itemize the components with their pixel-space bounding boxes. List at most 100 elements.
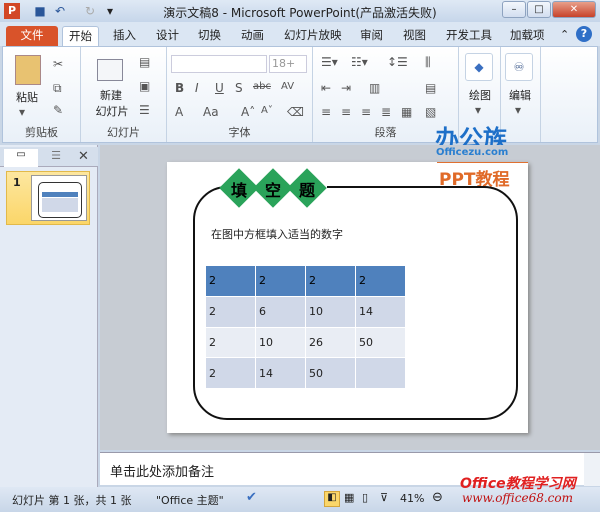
outline-tab-icon[interactable]: ☰ [40,149,72,167]
zoom-level[interactable]: 41% [400,492,424,505]
tab-slideshow[interactable]: 幻灯片放映 [278,26,348,46]
drawing-button[interactable]: 绘图 [459,87,501,103]
drawing-dropdown-icon[interactable]: ▾ [475,103,481,117]
align-right-icon[interactable]: ≡ [361,105,371,119]
tab-animations[interactable]: 动画 [235,26,270,46]
align-center-icon[interactable]: ≡ [341,105,351,119]
justify-icon[interactable]: ≣ [381,105,391,119]
slideshow-icon[interactable]: ⊽ [380,491,388,504]
distributed-icon[interactable]: ▦ [401,105,412,119]
slides-tab-icon[interactable]: ▭ [4,149,38,167]
watermark-site: Officezu.com [436,147,509,158]
maximize-button[interactable]: □ [527,1,551,18]
italic-button[interactable]: I [195,81,199,95]
table-row: 2 14 50 [205,357,406,390]
smartart-icon[interactable]: ▧ [425,105,436,119]
increase-indent-icon[interactable]: ⇥ [341,81,351,95]
tab-review[interactable]: 审阅 [354,26,389,46]
font-size-select[interactable]: 18+ [269,55,307,73]
status-bar: 幻灯片 第 1 张，共 1 张 "Office 主题" ✔ ◧ ▦ ▯ ⊽ 41… [0,476,600,512]
font-name-select[interactable] [171,55,267,73]
table-cell: 2 [255,265,306,297]
strikethrough-button[interactable]: abc [253,81,271,92]
table-cell: 26 [305,326,356,359]
line-spacing-icon[interactable]: ↕☰ [387,55,408,69]
table-row: 2 6 10 14 [205,295,406,328]
title-char: 题 [298,181,315,200]
paste-button[interactable]: 粘贴 [9,89,45,105]
table-cell: 2 [205,357,256,390]
minimize-button[interactable]: – [502,1,526,18]
layout-icon[interactable]: ▤ [139,55,150,69]
table-cell: 10 [305,295,356,328]
format-painter-icon[interactable]: ✎ [53,103,63,117]
align-text-icon[interactable]: ▤ [425,81,436,95]
columns-icon[interactable]: ▥ [369,81,380,95]
table-row: 2222 [205,265,406,297]
numbering-icon[interactable]: ☷▾ [351,55,368,69]
theme-name[interactable]: "Office 主题" [156,492,224,508]
bold-button[interactable]: B [175,81,184,95]
paste-icon[interactable] [15,55,41,85]
new-slide-button[interactable]: 新建 [89,87,133,103]
clear-formatting-icon[interactable]: ⌫ [287,105,304,119]
tab-view[interactable]: 视图 [397,26,432,46]
slide-thumbnail-1[interactable]: 1 [6,171,90,225]
new-slide-dropdown[interactable]: 幻灯片 [85,103,139,119]
table-row: 2 10 26 50 [205,326,406,359]
shrink-font-icon[interactable]: A˅ [261,105,273,116]
align-left-icon[interactable]: ≡ [321,105,331,119]
help-icon[interactable]: ? [576,26,592,42]
ribbon-tabs: 文件 开始 插入 设计 切换 动画 幻灯片放映 审阅 视图 开发工具 加载项 ⌃… [0,22,600,46]
group-clipboard: 粘贴 ▾ ✂ ⧉ ✎ 剪贴板 [3,47,81,142]
thumbnail-number: 1 [13,176,21,189]
normal-view-icon[interactable]: ◧ [324,491,340,507]
copy-icon[interactable]: ⧉ [53,81,62,96]
slide-sorter-icon[interactable]: ▦ [344,491,354,504]
zoom-out-icon[interactable]: ⊖ [432,490,443,505]
tab-transitions[interactable]: 切换 [192,26,227,46]
text-direction-icon[interactable]: ⫼ [425,55,431,70]
find-binoculars-icon[interactable]: ♾ [505,53,533,81]
thumbnail-image [31,175,87,221]
tab-design[interactable]: 设计 [150,26,185,46]
underline-button[interactable]: U [215,81,224,95]
number-table[interactable]: 2222 2 6 10 14 2 10 26 50 2 14 50 [205,265,406,390]
tab-insert[interactable]: 插入 [107,26,142,46]
change-case-button[interactable]: Aa [203,105,219,119]
paste-dropdown-icon[interactable]: ▾ [19,105,25,119]
new-slide-icon[interactable] [97,59,123,81]
editing-dropdown-icon[interactable]: ▾ [515,103,521,117]
editing-button[interactable]: 编辑 [501,87,539,103]
tab-home[interactable]: 开始 [62,26,99,46]
spellcheck-icon[interactable]: ✔ [246,490,257,505]
tab-addins[interactable]: 加载项 [504,26,551,46]
close-pane-icon[interactable]: ✕ [78,149,89,164]
pane-tabs: ▭ ☰ ✕ [0,147,98,167]
shapes-icon[interactable]: ◆ [465,53,493,81]
table-cell: 2 [205,326,256,359]
table-cell: 2 [205,265,256,297]
table-cell: 2 [355,265,406,297]
bullets-icon[interactable]: ☰▾ [321,55,338,69]
collapse-ribbon-icon[interactable]: ⌃ [560,28,569,41]
notes-scrollbar[interactable] [584,453,600,486]
group-editing[interactable]: ♾ 编辑 ▾ [501,47,541,142]
tab-file[interactable]: 文件 [6,26,58,46]
clipboard-group-label: 剪贴板 [25,126,58,139]
shadow-button[interactable]: S [235,81,243,95]
cut-icon[interactable]: ✂ [53,57,63,71]
reading-view-icon[interactable]: ▯ [362,491,368,504]
grow-font-icon[interactable]: A˄ [241,105,255,119]
section-icon[interactable]: ☰ [139,103,150,117]
character-spacing-button[interactable]: AV [281,81,294,92]
table-cell: 50 [355,326,406,359]
close-button[interactable]: ✕ [552,1,596,18]
table-cell: 2 [305,265,356,297]
font-color-button[interactable]: A [175,105,183,119]
tab-developer[interactable]: 开发工具 [440,26,498,46]
reset-icon[interactable]: ▣ [139,79,150,93]
decrease-indent-icon[interactable]: ⇤ [321,81,331,95]
slide-info: 幻灯片 第 1 张，共 1 张 [12,494,132,507]
instruction-text: 在图中方框填入适当的数字 [211,228,343,241]
